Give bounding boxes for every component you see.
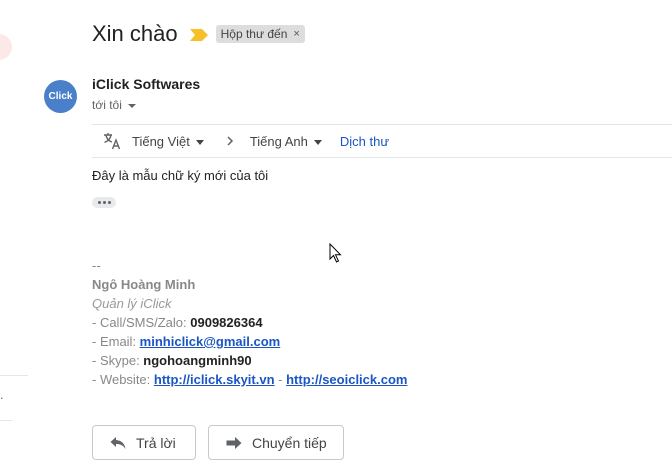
signature-email-line: - Email: minhiclick@gmail.com bbox=[92, 334, 280, 350]
skype-label: - Skype: bbox=[92, 353, 144, 368]
left-divider bbox=[0, 375, 28, 376]
forward-label: Chuyển tiếp bbox=[252, 434, 327, 451]
left-mark: . bbox=[0, 388, 4, 402]
message-body-text: Đây là mẫu chữ ký mới của tôi bbox=[92, 168, 269, 183]
reply-button[interactable]: Trả lời bbox=[92, 425, 196, 460]
remove-label-icon[interactable]: × bbox=[293, 28, 299, 40]
website-label: - Website: bbox=[92, 372, 154, 387]
website-separator: - bbox=[274, 372, 287, 387]
reply-label: Trả lời bbox=[136, 434, 176, 451]
forward-button[interactable]: Chuyển tiếp bbox=[208, 425, 344, 460]
phone-number: 0909826364 bbox=[190, 315, 263, 330]
signature-phone-line: - Call/SMS/Zalo: 0909826364 bbox=[92, 315, 263, 331]
source-language-label: Tiếng Việt bbox=[132, 133, 190, 149]
target-language-select[interactable]: Tiếng Anh bbox=[250, 134, 322, 149]
email-subject-row: Xin chào Hộp thư đến × bbox=[92, 19, 305, 49]
signature-role: Quản lý iClick bbox=[92, 296, 172, 311]
reply-arrow-icon bbox=[110, 436, 126, 449]
dot-icon bbox=[107, 201, 111, 204]
inbox-label-chip[interactable]: Hộp thư đến × bbox=[215, 25, 305, 43]
mouse-pointer-icon bbox=[329, 243, 342, 263]
left-divider bbox=[0, 420, 12, 421]
skype-id: ngohoangminh90 bbox=[143, 353, 252, 368]
source-language-select[interactable]: Tiếng Việt bbox=[132, 134, 204, 149]
dot-icon bbox=[97, 201, 101, 204]
translate-icon bbox=[104, 133, 121, 150]
signature-name: Ngô Hoàng Minh bbox=[92, 277, 196, 292]
inbox-label-text: Hộp thư đến bbox=[220, 27, 288, 41]
phone-label: - Call/SMS/Zalo: bbox=[92, 315, 191, 330]
left-panel-indicator bbox=[0, 34, 12, 60]
sender-name[interactable]: iClick Softwares bbox=[92, 76, 200, 92]
chevron-down-icon bbox=[195, 139, 204, 145]
target-language-label: Tiếng Anh bbox=[249, 133, 308, 149]
website-link-2[interactable]: http://seoiclick.com bbox=[286, 372, 407, 387]
email-subject: Xin chào bbox=[92, 21, 178, 46]
sender-avatar[interactable]: Click bbox=[44, 80, 77, 113]
email-link[interactable]: minhiclick@gmail.com bbox=[140, 334, 281, 349]
email-label: - Email: bbox=[92, 334, 140, 349]
recipient-text: tới tôi bbox=[92, 98, 122, 112]
signature-skype-line: - Skype: ngohoangminh90 bbox=[92, 353, 252, 369]
signature-website-line: - Website: http://iclick.skyit.vn - http… bbox=[92, 372, 407, 388]
dot-icon bbox=[102, 201, 106, 204]
important-marker-icon[interactable] bbox=[189, 29, 208, 41]
translate-bar: Tiếng Việt Tiếng Anh Dịch thư bbox=[92, 124, 672, 158]
recipient-details-toggle[interactable]: tới tôi bbox=[92, 98, 136, 112]
show-trimmed-content-button[interactable] bbox=[92, 197, 116, 208]
translate-message-link[interactable]: Dịch thư bbox=[340, 134, 389, 149]
website-link-1[interactable]: http://iclick.skyit.vn bbox=[154, 372, 275, 387]
signature-separator: -- bbox=[92, 258, 101, 273]
forward-arrow-icon bbox=[226, 436, 242, 449]
chevron-right-icon bbox=[227, 136, 233, 146]
chevron-down-icon[interactable] bbox=[127, 104, 136, 108]
chevron-down-icon bbox=[313, 139, 322, 145]
